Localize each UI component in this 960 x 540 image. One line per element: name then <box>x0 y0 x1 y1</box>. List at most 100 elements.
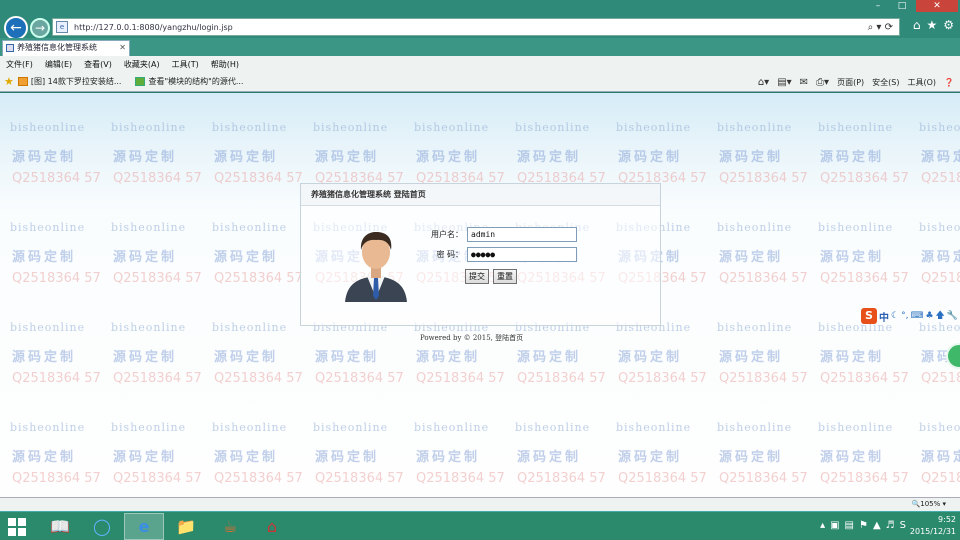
watermark-text: Q2518364 57 <box>921 471 960 486</box>
gear-icon[interactable]: ⚙ <box>943 18 954 32</box>
taskbar-app-icon[interactable]: 📖 <box>40 513 80 540</box>
favorite-item[interactable]: [图] 14款下罗拉安装结... <box>17 76 121 87</box>
tray-arrow-icon[interactable]: ▴ <box>820 520 825 531</box>
watermark-text: 源码定制 <box>113 250 178 265</box>
watermark-text: Q2518364 57 <box>113 271 202 286</box>
watermark-text: Q2518364 57 <box>820 371 909 386</box>
maximize-button[interactable]: □ <box>890 0 914 12</box>
wrench-icon[interactable]: 🔧 <box>947 311 958 321</box>
taskbar-app-icon[interactable]: ◯ <box>82 513 122 540</box>
watermark-text: 源码定制 <box>719 350 784 365</box>
login-panel: 养殖猪信息化管理系统 登陆首页 用户名： 密 码： 提交 重置 <box>300 183 661 326</box>
watermark-text: Q2518364 57 <box>315 371 404 386</box>
watermark-text: 源码定制 <box>618 150 683 165</box>
watermark-text: bisheonline <box>212 121 288 134</box>
feeds-icon[interactable]: ▤▾ <box>777 77 791 88</box>
watermark-text: 源码定制 <box>517 450 582 465</box>
watermark-text: 源码定制 <box>921 250 960 265</box>
cmd-tools[interactable]: 工具(O) <box>907 77 936 88</box>
tray-signal-icon[interactable]: ▲ <box>873 520 881 531</box>
forward-button[interactable]: → <box>30 18 50 38</box>
ime-mode[interactable]: 中 <box>879 309 889 324</box>
watermark-text: 源码定制 <box>315 450 380 465</box>
watermark-text: bisheonline <box>212 321 288 334</box>
watermark-text: Q2518364 57 <box>12 471 101 486</box>
zoom-control[interactable]: 🔍105% ▾ <box>912 500 946 508</box>
watermark-text: 源码定制 <box>113 350 178 365</box>
url-text[interactable]: http://127.0.0.1:8080/yangzhu/login.jsp <box>74 23 233 32</box>
watermark-text: bisheonline <box>10 121 86 134</box>
favorites-star-icon[interactable]: ★ <box>4 75 14 88</box>
watermark-text: Q2518364 57 <box>113 171 202 186</box>
menu-help[interactable]: 帮助(H) <box>211 59 239 70</box>
page-viewport: bisheonline bisheonline bisheonline bisheon… <box>0 93 960 497</box>
tab-title: 养殖猪信息化管理系统 <box>17 43 97 52</box>
taskbar-java-icon[interactable]: ☕ <box>210 513 250 540</box>
tray-monitor-icon[interactable]: ▣ <box>830 520 839 531</box>
password-row: 密 码： <box>423 247 577 262</box>
watermark-text: bisheonline <box>212 421 288 434</box>
cmd-safety[interactable]: 安全(S) <box>872 77 899 88</box>
tray-volume-icon[interactable]: ♬ <box>886 520 895 531</box>
house-icon: ⌂ <box>266 517 278 536</box>
watermark-text: Q2518364 57 <box>719 471 808 486</box>
punctuation-icon[interactable]: °, <box>901 311 908 321</box>
favorite-page-icon <box>17 77 28 86</box>
watermark-text: bisheonline <box>111 121 187 134</box>
mail-icon[interactable]: ✉ <box>800 77 808 88</box>
taskbar-ie-icon[interactable]: e <box>124 513 164 540</box>
tray-ime-icon[interactable]: S <box>900 520 906 531</box>
back-button[interactable]: ← <box>4 16 28 40</box>
menu-view[interactable]: 查看(V) <box>84 59 112 70</box>
menu-favorites[interactable]: 收藏夹(A) <box>124 59 160 70</box>
watermark-text: 源码定制 <box>719 250 784 265</box>
taskbar-explorer-icon[interactable]: 📁 <box>166 513 206 540</box>
upload-icon[interactable]: 🡅 <box>936 308 945 324</box>
floating-widget-icon[interactable] <box>946 343 960 369</box>
menu-edit[interactable]: 编辑(E) <box>45 59 72 70</box>
java-cup-icon: ☕ <box>222 517 238 536</box>
close-tab-icon[interactable]: ✕ <box>119 41 126 55</box>
tray-network-icon[interactable]: ▤ <box>845 520 854 531</box>
tab-login[interactable]: 养殖猪信息化管理系统 ✕ <box>2 40 130 56</box>
menu-tools[interactable]: 工具(T) <box>172 59 199 70</box>
watermark-text: 源码定制 <box>820 150 885 165</box>
status-bar: 🔍105% ▾ <box>0 497 960 511</box>
watermark-text: 源码定制 <box>416 150 481 165</box>
watermark-text: 源码定制 <box>921 450 960 465</box>
command-bar: ⌂▾ ▤▾ ✉ ⎙▾ 页面(P) 安全(S) 工具(O) ❓ <box>758 72 954 92</box>
close-button[interactable]: ✕ <box>916 0 958 12</box>
watermark-row: 源码定制源码定制源码定制源码定制源码定制源码定制源码定制源码定制源码定制源码定制 <box>12 346 960 365</box>
reset-button[interactable]: 重置 <box>493 269 517 284</box>
address-bar[interactable]: e http://127.0.0.1:8080/yangzhu/login.js… <box>52 18 900 36</box>
watermark-row: Q2518364 57 Q2518364 57 Q2518364 57 Q251836… <box>12 471 960 486</box>
help-icon[interactable]: ❓ <box>944 78 954 87</box>
tray-flag-icon[interactable]: ⚑ <box>859 520 868 531</box>
minimize-button[interactable]: – <box>866 0 890 12</box>
password-input[interactable] <box>467 247 577 262</box>
username-input[interactable] <box>467 227 577 242</box>
username-label: 用户名： <box>431 230 463 239</box>
skin-icon[interactable]: ♣ <box>925 311 933 321</box>
watermark-text: Q2518364 57 <box>214 371 303 386</box>
moon-icon[interactable]: ☾ <box>891 311 899 321</box>
print-icon[interactable]: ⎙▾ <box>816 77 829 88</box>
watermark-row: bisheonline bisheonline bisheonline bisheon… <box>10 121 960 134</box>
submit-button[interactable]: 提交 <box>465 269 489 284</box>
watermark-text: bisheonline <box>616 421 692 434</box>
sogou-ime-icon[interactable]: S <box>860 308 877 324</box>
favorite-item[interactable]: 查看"模块的结构"的源代... <box>135 76 243 87</box>
star-icon[interactable]: ★ <box>926 18 937 32</box>
keyboard-icon[interactable]: ⌨ <box>910 311 923 321</box>
windows-start-icon[interactable] <box>8 518 26 536</box>
menu-file[interactable]: 文件(F) <box>6 59 33 70</box>
home-cmd-icon[interactable]: ⌂▾ <box>758 77 769 88</box>
cmd-page[interactable]: 页面(P) <box>837 77 864 88</box>
home-icon[interactable]: ⌂ <box>913 18 921 32</box>
browser-titlebar: – □ ✕ ← → e http://127.0.0.1:8080/yangzh… <box>0 0 960 40</box>
taskbar-app-icon[interactable]: ⌂ <box>252 513 292 540</box>
system-clock[interactable]: 9:52 2015/12/31 <box>910 514 956 538</box>
menu-bar: 文件(F) 编辑(E) 查看(V) 收藏夹(A) 工具(T) 帮助(H) <box>0 56 960 72</box>
address-tools[interactable]: ⌕ ▾ ⟳ <box>868 22 893 33</box>
watermark-text: bisheonline <box>717 121 793 134</box>
